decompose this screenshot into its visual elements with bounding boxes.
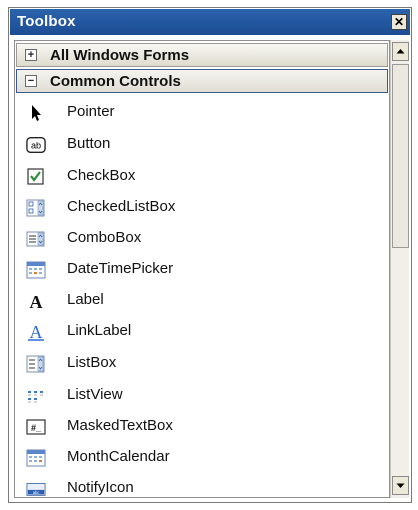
listbox-icon bbox=[26, 355, 45, 373]
notifyicon-icon-text: abc bbox=[33, 490, 40, 495]
close-button[interactable]: ✕ bbox=[391, 14, 407, 30]
arrow-up-icon bbox=[396, 49, 405, 54]
item-label: LinkLabel bbox=[67, 322, 132, 339]
datetimepicker-icon bbox=[26, 261, 46, 279]
toolbox-item-button[interactable]: ab Button bbox=[15, 130, 389, 160]
window-title: Toolbox bbox=[17, 13, 76, 30]
item-label: NotifyIcon bbox=[67, 479, 134, 496]
toolbox-window: Toolbox ✕ + All Windows Forms − Common C… bbox=[8, 7, 412, 503]
label-icon: A bbox=[30, 292, 43, 310]
toolbox-item-listview[interactable]: ListView bbox=[15, 381, 389, 411]
group-all-windows-forms[interactable]: + All Windows Forms bbox=[16, 43, 388, 67]
notifyicon-icon: abc bbox=[26, 483, 46, 496]
scrollbar-thumb[interactable] bbox=[392, 64, 409, 248]
item-label: CheckBox bbox=[67, 167, 136, 184]
label-icon-glyph: A bbox=[30, 292, 43, 310]
toolbox-item-maskedtextbox[interactable]: #_ MaskedTextBox bbox=[15, 412, 389, 442]
toolbox-item-monthcalendar[interactable]: MonthCalendar bbox=[15, 443, 389, 473]
group-label: Common Controls bbox=[50, 73, 181, 90]
collapse-icon: − bbox=[25, 75, 37, 87]
toolbox-item-datetimepicker[interactable]: DateTimePicker bbox=[15, 255, 389, 285]
item-label: ListView bbox=[67, 386, 123, 403]
item-label: MaskedTextBox bbox=[67, 417, 173, 434]
monthcalendar-icon bbox=[26, 449, 46, 467]
toolbox-item-pointer[interactable]: Pointer bbox=[15, 98, 389, 128]
item-label: Label bbox=[67, 291, 104, 308]
item-label: Pointer bbox=[67, 103, 115, 120]
maskedtextbox-icon-text: #_ bbox=[31, 423, 42, 433]
maskedtextbox-icon: #_ bbox=[26, 419, 46, 435]
scroll-up-button[interactable] bbox=[392, 42, 409, 61]
checkedlistbox-icon bbox=[26, 199, 45, 217]
toolbox-item-notifyicon[interactable]: abc NotifyIcon bbox=[15, 474, 389, 497]
item-label: ListBox bbox=[67, 354, 117, 371]
toolbox-item-listbox[interactable]: ListBox bbox=[15, 349, 389, 379]
close-icon: ✕ bbox=[393, 15, 405, 29]
item-label: CheckedListBox bbox=[67, 198, 176, 215]
toolbox-item-combobox[interactable]: ComboBox bbox=[15, 224, 389, 254]
item-label: DateTimePicker bbox=[67, 260, 174, 277]
arrow-down-icon bbox=[396, 483, 405, 488]
expand-icon: + bbox=[25, 49, 37, 61]
combobox-icon bbox=[26, 231, 45, 247]
group-label: All Windows Forms bbox=[50, 47, 190, 64]
button-icon: ab bbox=[26, 137, 46, 153]
toolbox-item-label[interactable]: A Label bbox=[15, 286, 389, 316]
checkbox-icon bbox=[27, 168, 44, 185]
group-common-controls[interactable]: − Common Controls bbox=[16, 69, 388, 93]
scroll-down-button[interactable] bbox=[392, 476, 409, 495]
linklabel-icon-glyph: A bbox=[30, 323, 43, 341]
toolbox-item-checkedlistbox[interactable]: CheckedListBox bbox=[15, 193, 389, 223]
linklabel-icon: A bbox=[28, 323, 44, 341]
toolbox-item-checkbox[interactable]: CheckBox bbox=[15, 162, 389, 192]
vertical-scrollbar[interactable] bbox=[390, 40, 409, 498]
item-label: MonthCalendar bbox=[67, 448, 170, 465]
button-icon-text: ab bbox=[31, 141, 41, 151]
toolbox-item-linklabel[interactable]: A LinkLabel bbox=[15, 317, 389, 347]
item-label: ComboBox bbox=[67, 229, 142, 246]
toolbox-list: + All Windows Forms − Common Controls Po… bbox=[14, 40, 390, 498]
listview-icon bbox=[28, 391, 43, 403]
pointer-icon bbox=[32, 105, 41, 121]
title-bar[interactable]: Toolbox ✕ bbox=[10, 9, 410, 35]
item-label: Button bbox=[67, 135, 111, 152]
